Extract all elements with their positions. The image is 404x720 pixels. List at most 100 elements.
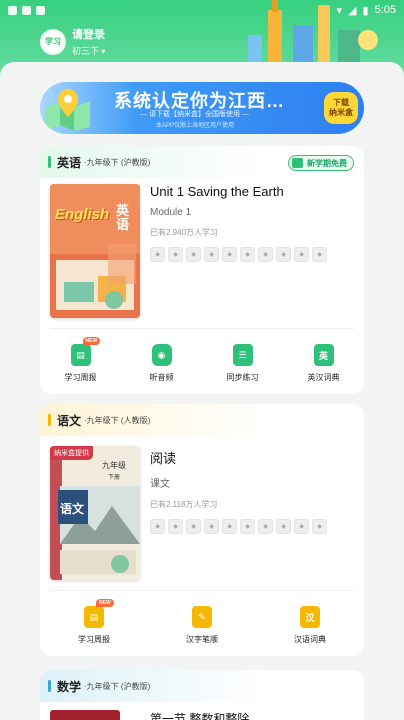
badge-icon: ◆ bbox=[312, 519, 327, 534]
feature-dictionary[interactable]: 英 英汉词典 bbox=[283, 344, 364, 383]
feature-label: 汉语词典 bbox=[294, 635, 326, 644]
book-cover-volume: 下册 bbox=[108, 475, 121, 481]
book-provider-badge: 纳米盒提供 bbox=[50, 446, 93, 460]
book-cover-chinese: 英语 bbox=[116, 203, 130, 232]
chinese-dictionary-icon: 汉 bbox=[300, 606, 320, 628]
learner-count: 已有2.940万人学习 bbox=[150, 228, 219, 237]
badge-icon: ◆ bbox=[258, 247, 273, 262]
login-link[interactable]: 请登录 bbox=[72, 26, 105, 42]
english-feature-row: NEW ▤ 学习周报 ◉ 听音频 ☰ 同步练习 英 英汉词典 bbox=[40, 337, 364, 383]
english-book-cover[interactable]: English 英语 bbox=[50, 184, 140, 318]
badge-icon: ◆ bbox=[240, 247, 255, 262]
badge-icon: ◆ bbox=[294, 519, 309, 534]
book-cover-english: English bbox=[55, 206, 110, 223]
battery-icon: ▮ bbox=[362, 4, 369, 17]
subject-title: 英语 bbox=[57, 155, 82, 170]
feature-label: 学习周报 bbox=[78, 635, 110, 644]
badge-icon: ◆ bbox=[204, 247, 219, 262]
image-icon bbox=[22, 5, 31, 15]
audio-icon: ◉ bbox=[151, 344, 172, 366]
signal-icon: ◢ bbox=[348, 4, 357, 17]
badge-icon: ◆ bbox=[222, 519, 237, 534]
english-lesson-info[interactable]: Unit 1 Saving the Earth Module 1 已有2.940… bbox=[150, 184, 327, 262]
header-accent-bar bbox=[48, 680, 51, 692]
book-cover-title: 语文 bbox=[60, 502, 85, 516]
map-pin-icon bbox=[46, 89, 90, 131]
wifi-icon: ▾ bbox=[336, 4, 343, 17]
module-label: Module 1 bbox=[150, 207, 192, 218]
user-login-area[interactable]: 学习 请登录 初三下 bbox=[40, 26, 105, 57]
badge-icon: ◆ bbox=[276, 247, 291, 262]
weekly-report-icon: ▤ bbox=[84, 606, 104, 628]
achievement-badges: ◆ ◆ ◆ ◆ ◆ ◆ ◆ ◆ ◆ ◆ bbox=[150, 247, 327, 262]
chinese-feature-row: NEW ▤ 学习周报 ✎ 汉字笔顺 汉 汉语词典 bbox=[40, 599, 364, 645]
region-banner[interactable]: 系统认定你为江西… — 请下载【纳米盒】全国版使用 — 本APP仅限上海地区用户… bbox=[40, 82, 364, 134]
edition-label[interactable]: ·九年级下 (人教版) bbox=[84, 415, 150, 426]
feature-label: 汉字笔顺 bbox=[186, 635, 218, 644]
badge-icon: ◆ bbox=[186, 247, 201, 262]
feature-listen-audio[interactable]: ◉ 听音频 bbox=[121, 344, 202, 383]
badge-icon: ◆ bbox=[168, 519, 183, 534]
status-time: 5:05 bbox=[374, 4, 396, 16]
grade-selector[interactable]: 初三下 bbox=[72, 44, 105, 57]
module-label: 课文 bbox=[150, 479, 170, 490]
lesson-title[interactable]: 阅读 bbox=[150, 448, 327, 467]
feature-label: 学习周报 bbox=[64, 373, 97, 382]
notification-icon bbox=[8, 5, 17, 15]
badge-icon: ◆ bbox=[222, 247, 237, 262]
divider bbox=[50, 328, 354, 329]
subject-title: 语文 bbox=[57, 413, 82, 428]
badge-icon: ◆ bbox=[258, 519, 273, 534]
banner-subtitle: — 请下载【纳米盒】全国版使用 — bbox=[140, 111, 249, 118]
edition-label[interactable]: ·九年级下 (沪教版) bbox=[84, 157, 150, 168]
free-semester-tag-label: 新学期免费 bbox=[307, 158, 347, 168]
practice-book-icon: ☰ bbox=[232, 344, 253, 366]
badge-icon: ◆ bbox=[204, 519, 219, 534]
weekly-report-icon: ▤ bbox=[70, 344, 91, 366]
badge-icon: ◆ bbox=[276, 519, 291, 534]
feature-weekly-report[interactable]: NEW ▤ 学习周报 bbox=[40, 599, 148, 645]
subject-title: 数学 bbox=[57, 679, 82, 694]
banner-note: 本APP仅限上海地区用户使用 bbox=[156, 123, 235, 129]
avatar[interactable]: 学习 bbox=[40, 28, 66, 55]
learner-count: 已有2.118万人学习 bbox=[150, 500, 218, 509]
feature-weekly-report[interactable]: NEW ▤ 学习周报 bbox=[40, 337, 121, 383]
header-accent-bar bbox=[48, 414, 51, 426]
feature-stroke-order[interactable]: ✎ 汉字笔顺 bbox=[148, 606, 256, 645]
status-bar: ▾ ◢ ▮ 5:05 bbox=[0, 0, 404, 20]
new-badge: NEW bbox=[96, 599, 114, 607]
system-icons: ▾ ◢ ▮ 5:05 bbox=[337, 4, 396, 17]
dictionary-icon: 英 bbox=[313, 344, 334, 366]
badge-icon: ◆ bbox=[150, 519, 165, 534]
stroke-order-icon: ✎ bbox=[192, 606, 212, 628]
chinese-book-cover[interactable]: 纳米盒提供 九年级 下册 语文 bbox=[50, 446, 140, 580]
app-icon bbox=[36, 5, 45, 15]
header-accent-bar bbox=[48, 156, 51, 168]
badge-icon: ◆ bbox=[240, 519, 255, 534]
badge-icon: ◆ bbox=[150, 247, 165, 262]
feature-label: 同步练习 bbox=[226, 373, 259, 382]
download-button-label: 下载 纳米盒 bbox=[329, 98, 353, 117]
achievement-badges: ◆ ◆ ◆ ◆ ◆ ◆ ◆ ◆ ◆ ◆ bbox=[150, 519, 327, 534]
english-subject-card[interactable]: 英语 ·九年级下 (沪教版) 新学期免费 English 英语 Unit 1 S… bbox=[40, 146, 364, 394]
edition-label[interactable]: ·九年级下 (沪教版) bbox=[84, 681, 150, 692]
badge-icon: ◆ bbox=[186, 519, 201, 534]
badge-icon: ◆ bbox=[168, 247, 183, 262]
notification-icons bbox=[8, 5, 45, 15]
math-card-header: 数学 ·九年级下 (沪教版) bbox=[40, 670, 364, 702]
math-book-cover[interactable] bbox=[50, 710, 120, 720]
badge-icon: ◆ bbox=[294, 247, 309, 262]
math-subject-card[interactable]: 数学 ·九年级下 (沪教版) 第一节 整数和整除 bbox=[40, 670, 364, 720]
feature-label: 英汉词典 bbox=[307, 373, 340, 382]
chinese-subject-card[interactable]: 语文 ·九年级下 (人教版) 纳米盒提供 九年级 下册 语文 阅读 课文 已有2… bbox=[40, 404, 364, 656]
book-icon bbox=[292, 158, 303, 168]
english-card-header: 英语 ·九年级下 (沪教版) 新学期免费 bbox=[40, 146, 364, 178]
feature-chinese-dictionary[interactable]: 汉 汉语词典 bbox=[256, 606, 364, 645]
feature-practice[interactable]: ☰ 同步练习 bbox=[202, 344, 283, 383]
free-semester-tag[interactable]: 新学期免费 bbox=[288, 155, 354, 171]
lesson-title[interactable]: Unit 1 Saving the Earth bbox=[150, 184, 327, 199]
divider bbox=[50, 590, 354, 591]
download-button[interactable]: 下载 纳米盒 bbox=[324, 92, 358, 124]
lesson-title[interactable]: 第一节 整数和整除 bbox=[150, 710, 249, 720]
chinese-lesson-info[interactable]: 阅读 课文 已有2.118万人学习 ◆ ◆ ◆ ◆ ◆ ◆ ◆ ◆ ◆ ◆ bbox=[150, 448, 327, 534]
